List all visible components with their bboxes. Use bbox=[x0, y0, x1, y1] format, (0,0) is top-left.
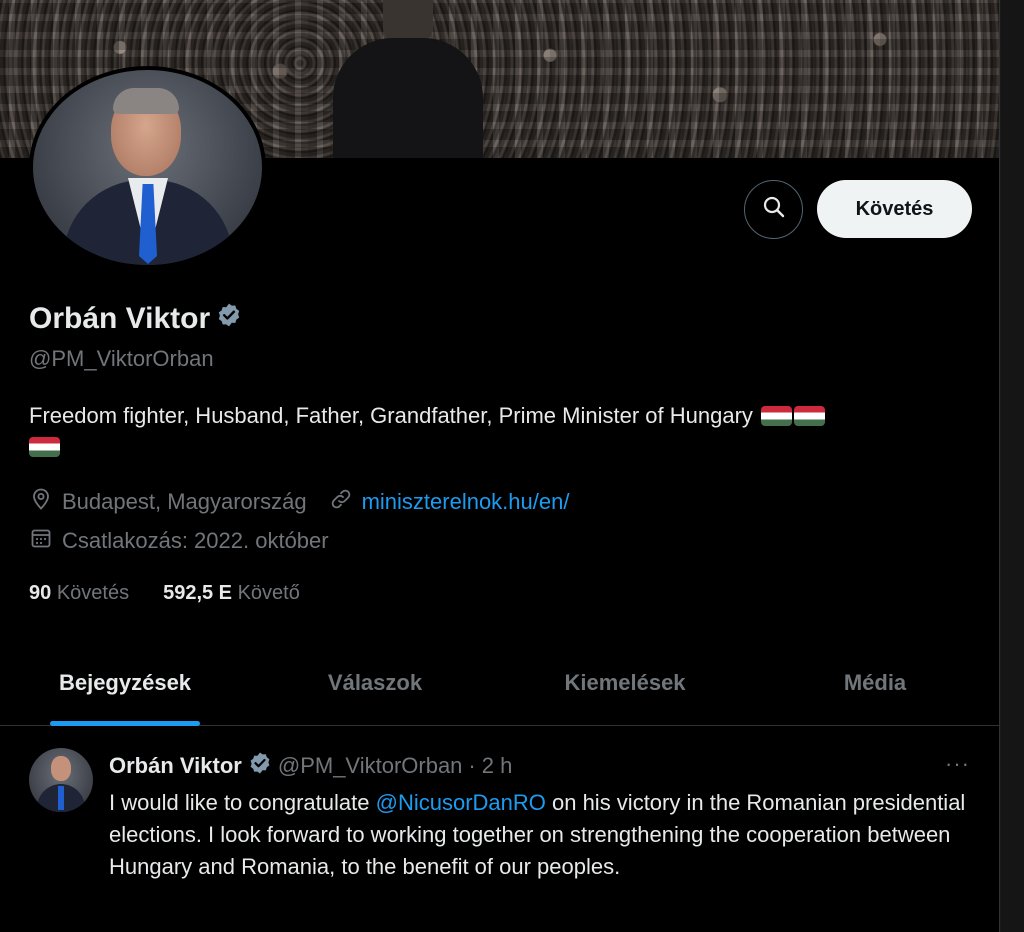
tweet-author-handle[interactable]: @PM_ViktorOrban bbox=[278, 753, 463, 779]
tweet-header: Orbán Viktor @PM_ViktorOrban · 2 h bbox=[109, 751, 512, 781]
tweet-timestamp[interactable]: 2 h bbox=[482, 753, 513, 779]
tweet[interactable]: Orbán Viktor @PM_ViktorOrban · 2 h ··· I… bbox=[0, 727, 999, 932]
verified-badge-icon[interactable] bbox=[216, 302, 242, 336]
profile-joined: Csatlakozás: 2022. október bbox=[29, 526, 329, 556]
link-icon bbox=[329, 487, 353, 517]
banner-speaker-figure bbox=[333, 0, 483, 158]
location-pin-icon bbox=[29, 487, 53, 517]
active-tab-indicator bbox=[50, 721, 200, 726]
profile-name: Orbán Viktor bbox=[29, 302, 242, 336]
follow-button[interactable]: Követés bbox=[817, 180, 972, 238]
profile-bio: Freedom fighter, Husband, Father, Grandf… bbox=[29, 400, 959, 462]
profile-name-text: Orbán Viktor bbox=[29, 302, 211, 335]
tweet-author-name[interactable]: Orbán Viktor bbox=[109, 753, 242, 779]
profile-column: Követés Orbán Viktor @PM_ViktorOrban Fre… bbox=[0, 0, 1000, 932]
profile-location: Budapest, Magyarország bbox=[29, 487, 307, 517]
calendar-icon bbox=[29, 526, 53, 556]
profile-stats: 90 Követés 592,5 E Követő bbox=[29, 582, 300, 605]
hungary-flag-icon bbox=[761, 406, 793, 426]
profile-joined-row: Csatlakozás: 2022. október bbox=[29, 526, 351, 556]
tab-highlights[interactable]: Kiemelések bbox=[500, 640, 750, 725]
bio-text: Freedom fighter, Husband, Father, Grandf… bbox=[29, 403, 753, 428]
following-stat[interactable]: 90 Követés bbox=[29, 582, 129, 605]
tweet-text: I would like to congratulate @NicusorDan… bbox=[109, 790, 966, 879]
tweet-separator: · bbox=[468, 753, 476, 778]
verified-badge-icon[interactable] bbox=[248, 751, 272, 781]
window-background bbox=[1001, 0, 1024, 932]
tab-posts[interactable]: Bejegyzések bbox=[0, 640, 250, 726]
profile-website: miniszterelnok.hu/en/ bbox=[329, 487, 570, 517]
joined-text: Csatlakozás: 2022. október bbox=[62, 528, 329, 553]
search-icon bbox=[762, 195, 786, 224]
hungary-flag-icon bbox=[29, 437, 60, 457]
profile-meta-row: Budapest, Magyarország miniszterelnok.hu… bbox=[29, 487, 591, 517]
profile-tabs: Bejegyzések Válaszok Kiemelések Média bbox=[0, 640, 999, 726]
search-profile-button[interactable] bbox=[744, 180, 803, 239]
profile-avatar[interactable] bbox=[29, 66, 266, 269]
hungary-flag-icon bbox=[794, 406, 826, 426]
profile-handle: @PM_ViktorOrban bbox=[29, 346, 214, 371]
website-link[interactable]: miniszterelnok.hu/en/ bbox=[362, 489, 570, 515]
tab-media[interactable]: Média bbox=[750, 640, 999, 725]
tab-replies[interactable]: Válaszok bbox=[250, 640, 500, 725]
followers-stat[interactable]: 592,5 E Követő bbox=[163, 582, 300, 605]
location-text: Budapest, Magyarország bbox=[62, 489, 307, 514]
tweet-mention-link[interactable]: @NicusorDanRO bbox=[376, 790, 546, 815]
tweet-avatar[interactable] bbox=[29, 748, 93, 812]
more-icon[interactable]: ··· bbox=[945, 751, 970, 777]
